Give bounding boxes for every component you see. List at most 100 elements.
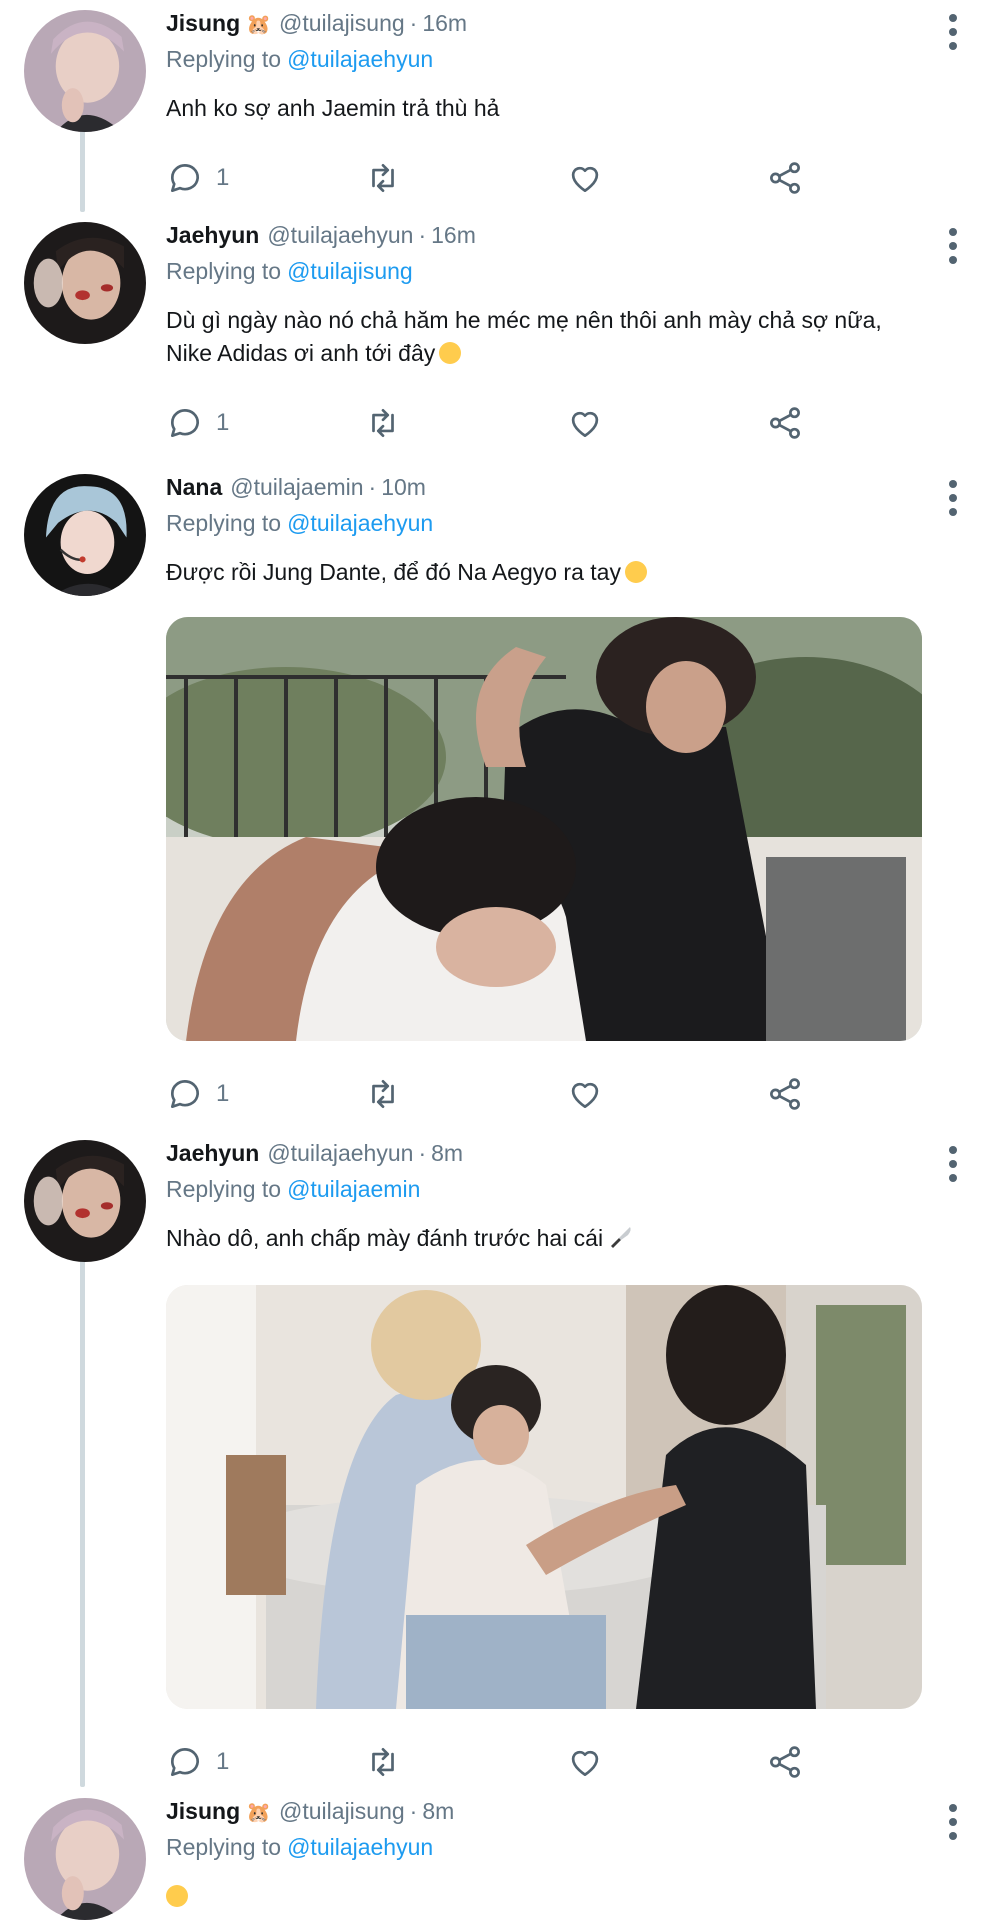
reply-button[interactable]: 1 xyxy=(166,1069,229,1119)
starstruck-emoji xyxy=(439,342,462,364)
action-bar: 1 xyxy=(166,1737,922,1787)
neutral-face-emoji xyxy=(166,1885,188,1907)
tweet-text: Nhào dô, anh chấp mày đánh trước hai cái xyxy=(166,1222,922,1257)
share-button[interactable] xyxy=(766,1737,804,1787)
replying-to-label: Replying to xyxy=(166,258,282,284)
avatar[interactable] xyxy=(24,1140,146,1262)
timestamp[interactable]: 16m xyxy=(431,222,476,249)
handle[interactable]: @tuilajisung xyxy=(279,10,405,37)
replying-to: Replying to @tuilajaehyun xyxy=(166,46,922,78)
retweet-button[interactable] xyxy=(364,1069,402,1119)
share-button[interactable] xyxy=(766,398,804,448)
tweet-text-body: Dù gì ngày nào nó chả hăm he méc mẹ nên … xyxy=(166,307,882,366)
avatar[interactable] xyxy=(24,1798,146,1920)
timestamp[interactable]: 16m xyxy=(422,10,467,37)
share-icon xyxy=(770,407,800,439)
share-icon xyxy=(770,1078,800,1110)
mention-link[interactable]: @tuilajaehyun xyxy=(287,46,433,72)
retweet-button[interactable] xyxy=(364,1737,402,1787)
separator-dot: · xyxy=(409,10,418,36)
thread-line xyxy=(80,128,85,212)
more-vertical-icon[interactable] xyxy=(946,480,960,516)
avatar[interactable] xyxy=(24,10,146,132)
tweet-media-gif[interactable] xyxy=(166,617,922,1041)
more-vertical-icon[interactable] xyxy=(946,1146,960,1182)
tweet-text-body: Nhào dô, anh chấp mày đánh trước hai cái xyxy=(166,1225,604,1251)
display-name[interactable]: Jisung xyxy=(166,1798,240,1825)
timestamp[interactable]: 8m xyxy=(431,1140,463,1167)
handle[interactable]: @tuilajaehyun xyxy=(267,1140,413,1167)
tweet-text-body: Được rồi Jung Dante, để đó Na Aegyo ra t… xyxy=(166,559,621,585)
more-vertical-icon[interactable] xyxy=(946,1804,960,1840)
separator-dot: · xyxy=(418,1140,427,1166)
reply-count: 1 xyxy=(216,1748,230,1775)
handle[interactable]: @tuilajisung xyxy=(279,1798,405,1825)
comment-icon xyxy=(170,164,199,193)
replying-to-label: Replying to xyxy=(166,46,282,72)
tweet-text: Dù gì ngày nào nó chả hăm he méc mẹ nên … xyxy=(166,304,922,370)
tweet-text: Anh ko sợ anh Jaemin trả thù hả xyxy=(166,95,500,121)
relieved-emoji xyxy=(624,561,647,583)
display-name[interactable]: Jaehyun xyxy=(166,222,259,249)
mention-link[interactable]: @tuilajaemin xyxy=(287,1176,420,1202)
more-vertical-icon[interactable] xyxy=(946,228,960,264)
tweet-media-gif[interactable] xyxy=(166,1285,922,1709)
tweet-text xyxy=(166,1880,922,1913)
comment-icon xyxy=(170,1748,199,1777)
reply-button[interactable]: 1 xyxy=(166,153,229,203)
comment-icon xyxy=(170,1080,199,1109)
more-vertical-icon[interactable] xyxy=(946,14,960,50)
display-name[interactable]: Jisung xyxy=(166,10,240,37)
heart-icon xyxy=(571,1750,599,1777)
separator-dot: · xyxy=(418,222,427,248)
separator-dot: · xyxy=(409,1798,418,1824)
action-bar: 1 xyxy=(166,1069,922,1119)
retweet-icon xyxy=(372,163,394,193)
retweet-button[interactable] xyxy=(364,153,402,203)
mention-link[interactable]: @tuilajaehyun xyxy=(287,1834,433,1860)
replying-to: Replying to @tuilajisung xyxy=(166,258,922,290)
avatar[interactable] xyxy=(24,474,146,596)
retweet-button[interactable] xyxy=(364,398,402,448)
replying-to-label: Replying to xyxy=(166,510,282,536)
handle[interactable]: @tuilajaehyun xyxy=(267,222,413,249)
separator-dot: · xyxy=(368,474,377,500)
heart-icon xyxy=(571,1082,599,1109)
replying-to-label: Replying to xyxy=(166,1176,282,1202)
hamster-emoji: 🐹 xyxy=(246,14,272,36)
like-button[interactable] xyxy=(566,153,604,203)
share-button[interactable] xyxy=(766,1069,804,1119)
hamster-emoji: 🐹 xyxy=(246,1802,272,1824)
like-button[interactable] xyxy=(566,1069,604,1119)
replying-to-label: Replying to xyxy=(166,1834,282,1860)
handle[interactable]: @tuilajaemin xyxy=(230,474,363,501)
like-button[interactable] xyxy=(566,1737,604,1787)
reply-button[interactable]: 1 xyxy=(166,398,229,448)
mention-link[interactable]: @tuilajaehyun xyxy=(287,510,433,536)
action-bar: 1 xyxy=(166,398,922,448)
replying-to: Replying to @tuilajaehyun xyxy=(166,1834,922,1866)
comment-icon xyxy=(170,409,199,438)
display-name[interactable]: Jaehyun xyxy=(166,1140,259,1167)
reply-count: 1 xyxy=(216,164,230,191)
heart-icon xyxy=(571,166,599,193)
replying-to: Replying to @tuilajaemin xyxy=(166,1176,922,1208)
avatar[interactable] xyxy=(24,222,146,344)
share-icon xyxy=(770,1746,800,1778)
timestamp[interactable]: 10m xyxy=(381,474,426,501)
share-icon xyxy=(770,162,800,194)
timestamp[interactable]: 8m xyxy=(422,1798,454,1825)
tweet-text: Được rồi Jung Dante, để đó Na Aegyo ra t… xyxy=(166,556,922,589)
reply-button[interactable]: 1 xyxy=(166,1737,229,1787)
display-name[interactable]: Nana xyxy=(166,474,222,501)
heart-icon xyxy=(571,411,599,438)
reply-count: 1 xyxy=(216,1080,230,1107)
retweet-icon xyxy=(372,1747,394,1777)
knife-emoji xyxy=(609,1224,633,1257)
replying-to: Replying to @tuilajaehyun xyxy=(166,510,922,542)
like-button[interactable] xyxy=(566,398,604,448)
thread-line xyxy=(80,1252,85,1787)
share-button[interactable] xyxy=(766,153,804,203)
action-bar: 1 xyxy=(166,153,922,203)
mention-link[interactable]: @tuilajisung xyxy=(287,258,413,284)
